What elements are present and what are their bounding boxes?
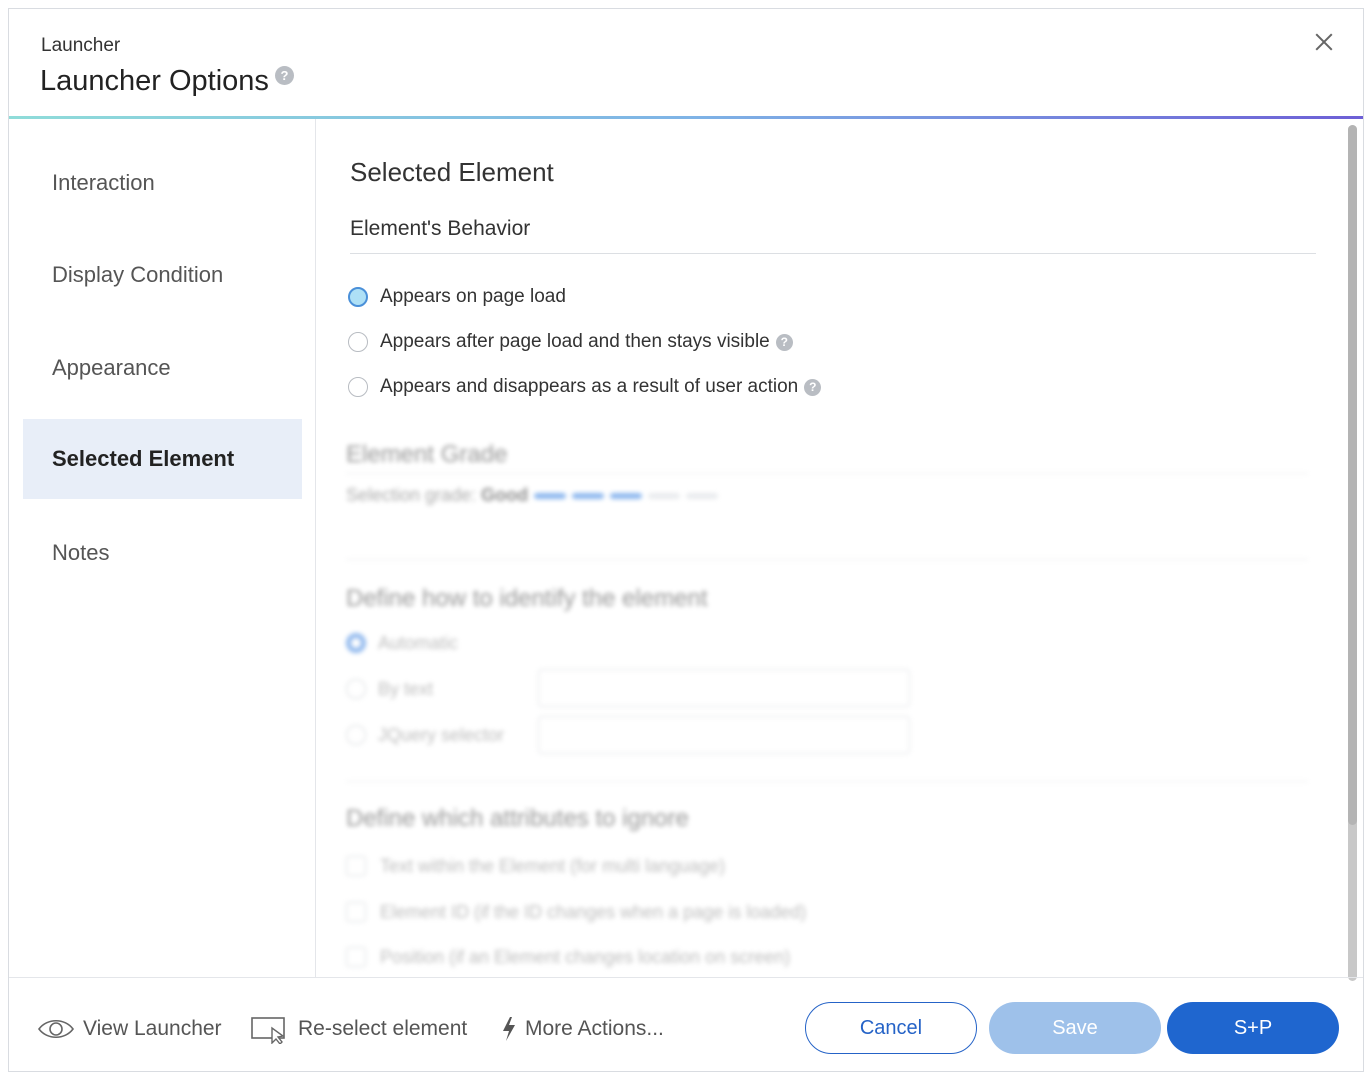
identify-option-label: Automatic [378,632,459,653]
launcher-options-dialog: Launcher Launcher Options? Interaction D… [8,8,1364,1072]
behavior-option-user-action[interactable]: Appears and disappears as a result of us… [348,373,822,401]
grade-segment [572,493,604,499]
sidebar-item-appearance[interactable]: Appearance [23,314,302,394]
ignore-option-position[interactable]: Position (if an Element changes location… [346,943,790,971]
more-actions-label: More Actions... [525,1017,664,1040]
close-icon[interactable] [1309,27,1339,57]
lightning-icon [503,1017,515,1041]
help-icon[interactable]: ? [804,378,822,396]
jquery-selector-input[interactable] [538,716,910,754]
section-title: Selected Element [350,157,554,187]
identify-option-label: JQuery selector [378,724,505,745]
main-panel: Selected Element Element's Behavior Appe… [316,119,1348,977]
grade-divider [346,473,1308,474]
identify-title: Define how to identify the element [346,585,708,612]
dialog-header: Launcher Launcher Options? [9,9,1363,117]
sidebar-item-interaction[interactable]: Interaction [23,129,302,209]
grade-segment [686,493,718,499]
grade-value: Good [481,485,529,505]
grade-segment [610,493,642,499]
behavior-option-page-load[interactable]: Appears on page load [348,283,566,311]
identify-option-by-text[interactable]: By text [346,675,433,703]
ignore-option-label: Position (if an Element changes location… [380,946,791,967]
dialog-title: Launcher Options? [40,65,294,98]
scrollbar[interactable] [1348,125,1357,981]
view-launcher-label: View Launcher [83,1017,222,1040]
dialog-title-text: Launcher Options [40,65,269,97]
dialog-subtitle: Launcher [41,35,121,56]
identify-option-automatic[interactable]: Automatic [346,629,458,657]
blurred-advanced-section: Element Grade Selection grade: Good Defi… [316,419,1348,977]
grade-text: Selection grade: Good [346,485,528,506]
scrollbar-thumb[interactable] [1348,125,1357,825]
save-button[interactable]: Save [989,1002,1161,1054]
grade-segment [534,493,566,499]
grade-title: Element Grade [346,441,508,468]
behavior-option-label: Appears and disappears as a result of us… [380,376,799,397]
reselect-element-button[interactable]: Re-select element [250,1014,467,1044]
radio-unchecked[interactable] [348,332,368,352]
section-divider [346,559,1308,560]
behavior-option-stays-visible[interactable]: Appears after page load and then stays v… [348,328,793,356]
ignore-title: Define which attributes to ignore [346,805,689,832]
behavior-divider [350,253,1316,254]
checkbox[interactable] [346,856,366,876]
select-element-icon [251,1017,285,1044]
by-text-input[interactable] [538,669,910,707]
radio-checked[interactable] [348,287,368,307]
eye-icon [38,1019,74,1039]
radio-checked[interactable] [346,633,366,653]
radio-unchecked[interactable] [348,377,368,397]
radio-unchecked[interactable] [346,679,366,699]
help-icon[interactable]: ? [274,66,294,85]
dialog-footer: View Launcher Re-select element More Act… [9,977,1363,1071]
ignore-option-label: Element ID (if the ID changes when a pag… [380,901,807,922]
sidebar-item-notes[interactable]: Notes [23,499,302,579]
cancel-button[interactable]: Cancel [805,1002,977,1054]
more-actions-button[interactable]: More Actions... [501,1014,664,1044]
grade-label: Selection grade: [346,485,477,505]
section-divider [346,781,1308,782]
reselect-label: Re-select element [298,1017,468,1040]
sidebar: Interaction Display Condition Appearance… [9,119,316,977]
identify-option-jquery[interactable]: JQuery selector [346,721,504,749]
checkbox[interactable] [346,947,366,967]
identify-option-label: By text [378,678,434,699]
behavior-option-label: Appears after page load and then stays v… [380,331,770,352]
view-launcher-button[interactable]: View Launcher [37,1014,222,1044]
radio-unchecked[interactable] [346,725,366,745]
behavior-option-label: Appears on page load [380,286,566,307]
ignore-option-label: Text within the Element (for multi langu… [380,855,726,876]
behavior-label: Element's Behavior [350,217,531,240]
ignore-option-id[interactable]: Element ID (if the ID changes when a pag… [346,898,806,926]
sidebar-item-selected-element[interactable]: Selected Element [23,419,302,499]
checkbox[interactable] [346,902,366,922]
grade-segment [648,493,680,499]
sidebar-item-display-condition[interactable]: Display Condition [23,221,302,301]
ignore-option-text[interactable]: Text within the Element (for multi langu… [346,852,725,880]
help-icon[interactable]: ? [775,333,793,351]
save-and-publish-button[interactable]: S+P [1167,1002,1339,1054]
